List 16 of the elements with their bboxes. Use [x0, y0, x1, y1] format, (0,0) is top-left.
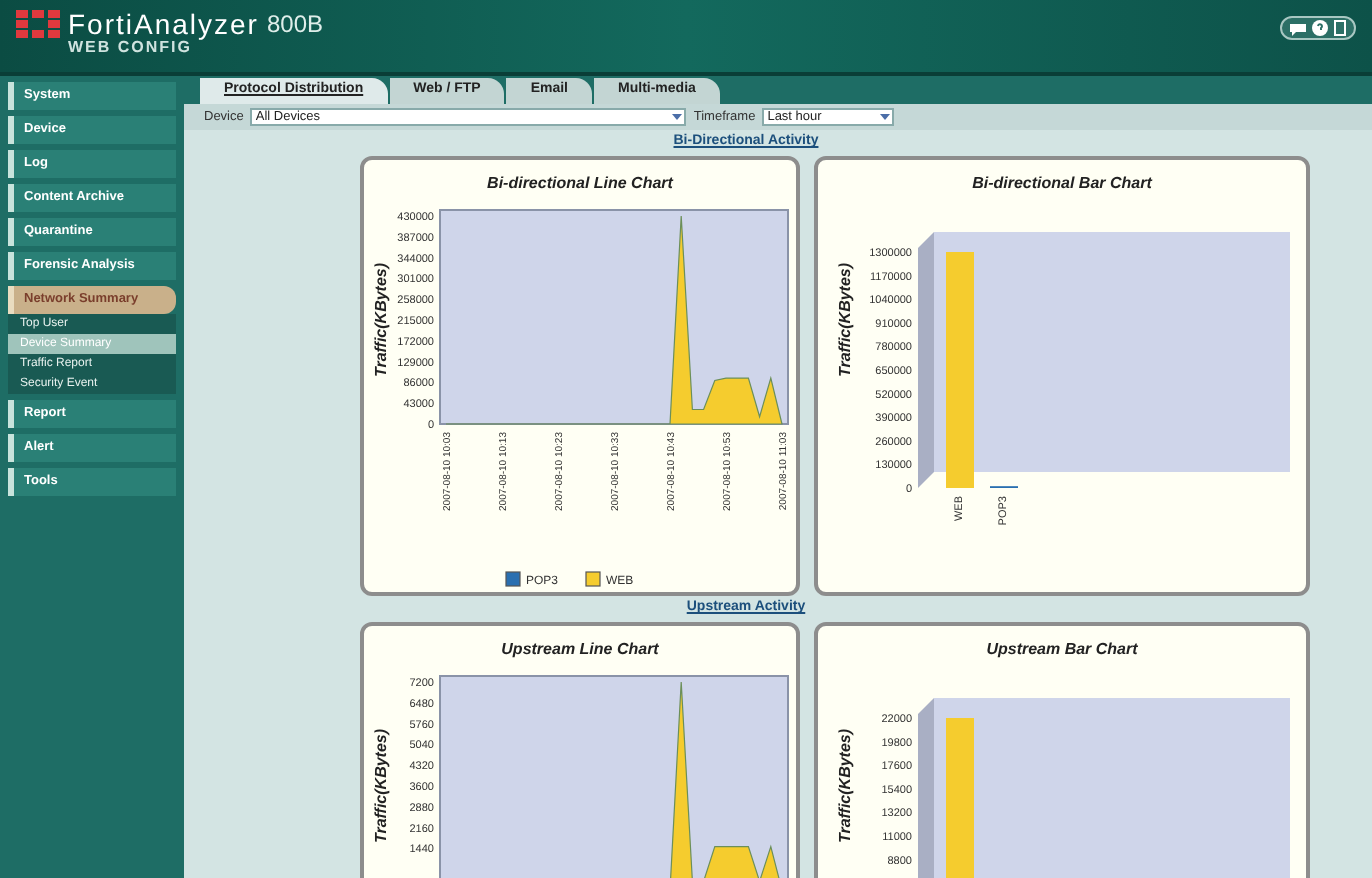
help-icon[interactable] — [1312, 20, 1328, 36]
model-number: 800B — [266, 12, 323, 36]
subtitle: WEB CONFIG — [66, 38, 192, 58]
chart-title: Upstream Line Chart — [501, 638, 659, 662]
y-axis-label: Traffic(KBytes) — [372, 262, 390, 378]
chart-title: Bi-directional Line Chart — [487, 172, 673, 196]
chat-icon[interactable] — [1290, 21, 1306, 35]
y-axis-label: Traffic(KBytes) — [372, 728, 390, 844]
dropdown-arrow-icon — [877, 110, 892, 124]
logo-icon — [16, 10, 60, 38]
chart-title: Upstream Bar Chart — [986, 638, 1138, 662]
y-axis-label: Traffic(KBytes) — [836, 728, 854, 844]
chart-title: Bi-directional Bar Chart — [972, 172, 1152, 196]
y-axis-label: Traffic(KBytes) — [836, 262, 854, 378]
brand-name: FortiAnalyzer — [68, 10, 259, 38]
dropdown-arrow-icon — [669, 110, 684, 124]
